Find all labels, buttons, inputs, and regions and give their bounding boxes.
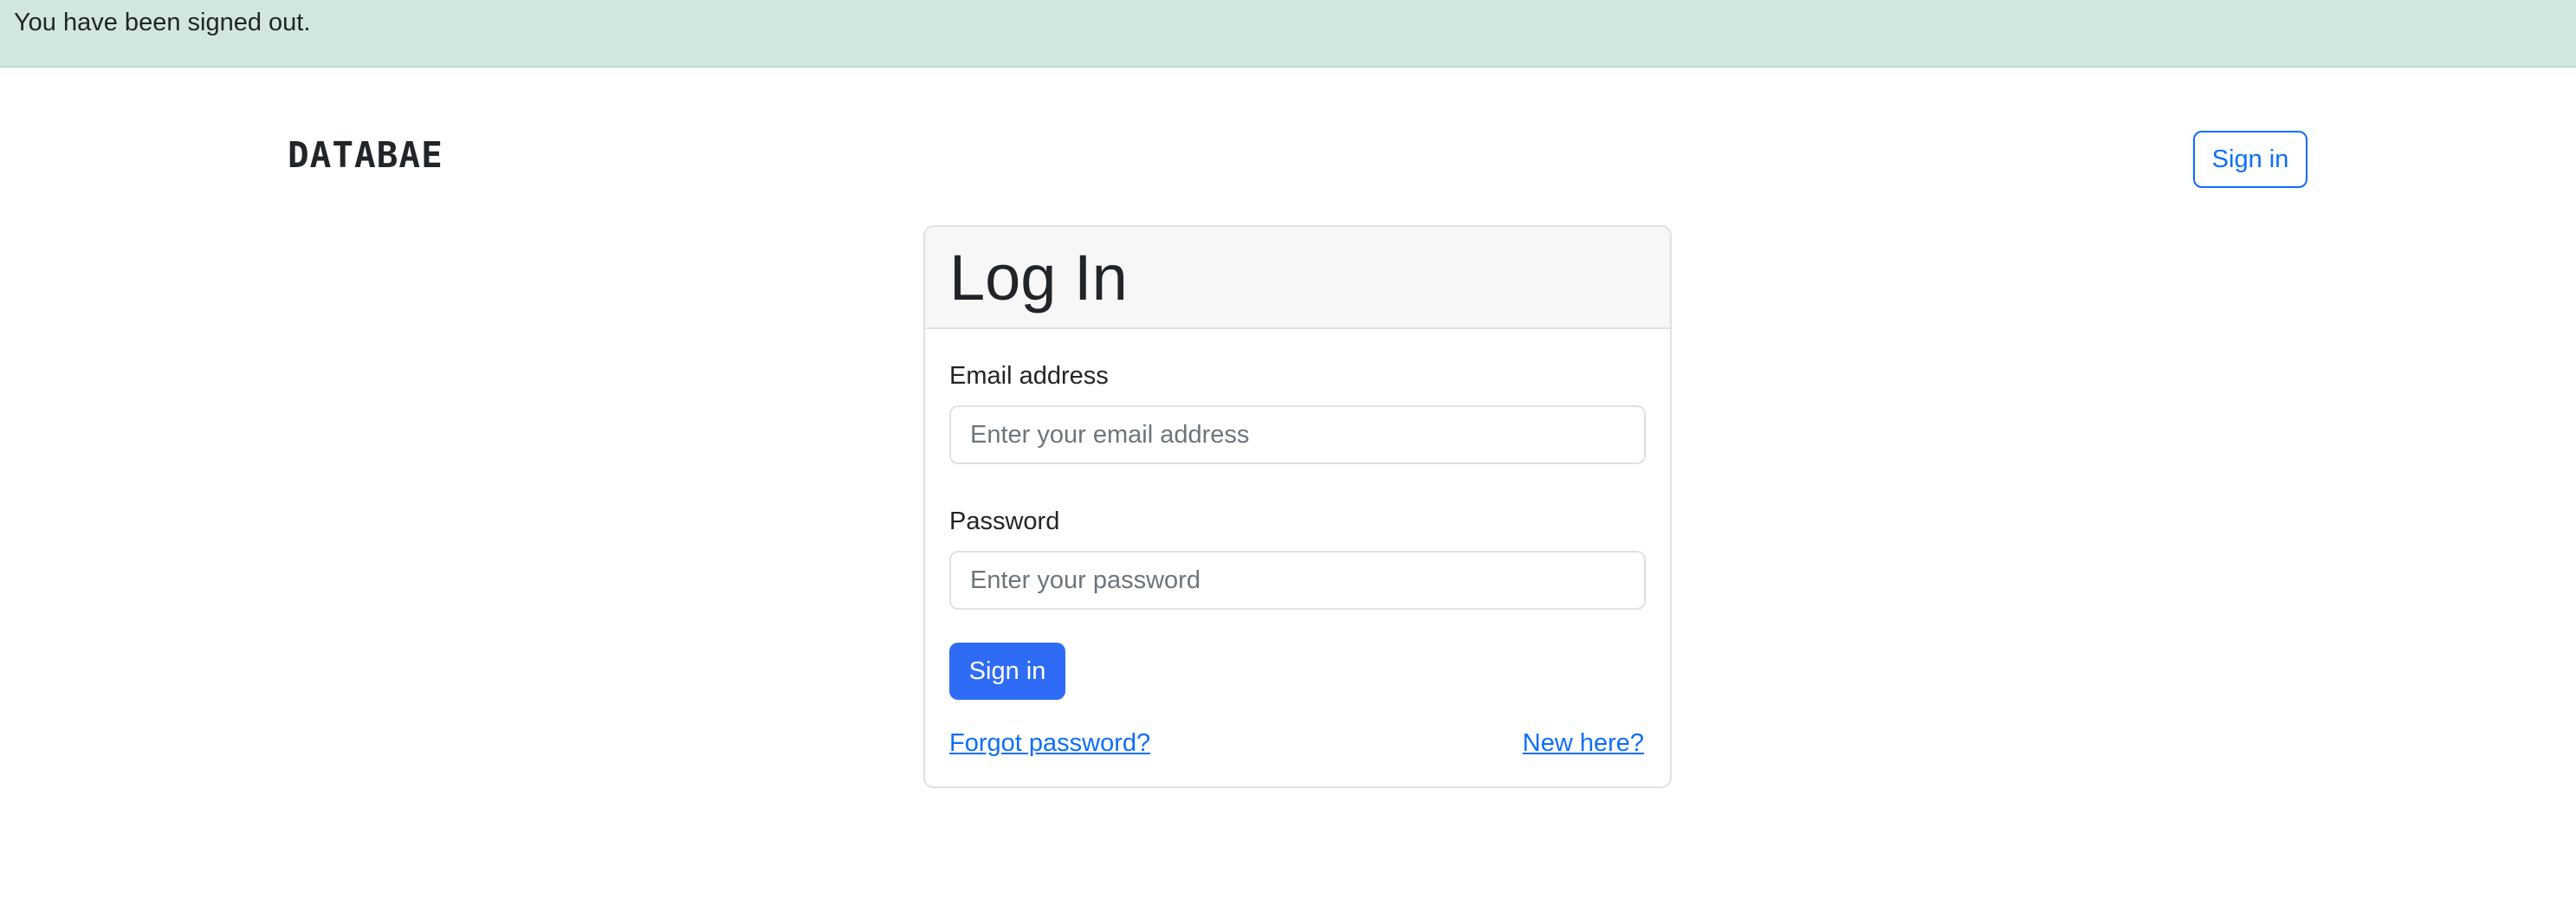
signup-link[interactable]: New here? bbox=[1523, 729, 1644, 758]
alert-message: You have been signed out. bbox=[14, 9, 311, 36]
brand-logo[interactable]: DATABAE bbox=[288, 134, 443, 176]
signout-alert: You have been signed out. bbox=[0, 0, 2576, 68]
signin-submit-button[interactable]: Sign in bbox=[949, 643, 1065, 700]
email-label: Email address bbox=[949, 362, 1109, 390]
password-label: Password bbox=[949, 508, 1060, 535]
password-field[interactable] bbox=[949, 551, 1646, 610]
forgot-password-link[interactable]: Forgot password? bbox=[949, 729, 1150, 758]
login-card-header: Log In bbox=[925, 227, 1670, 329]
page-title: Log In bbox=[949, 242, 1128, 314]
header-signin-button[interactable]: Sign in bbox=[2193, 131, 2307, 188]
login-card: Log In Email address Password Sign in Fo… bbox=[923, 225, 1672, 788]
email-field[interactable] bbox=[949, 405, 1646, 464]
page: You have been signed out. DATABAE Sign i… bbox=[0, 0, 2576, 899]
